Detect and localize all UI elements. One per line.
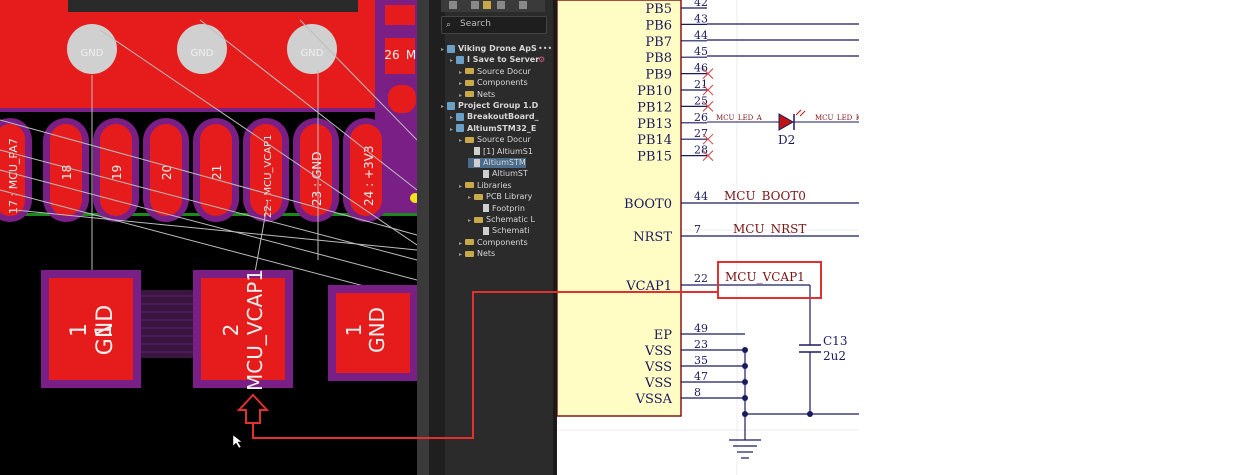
- annotation-line: [252, 291, 718, 439]
- annotation-overlay: [236, 291, 718, 439]
- arrow-up-icon: [236, 393, 270, 424]
